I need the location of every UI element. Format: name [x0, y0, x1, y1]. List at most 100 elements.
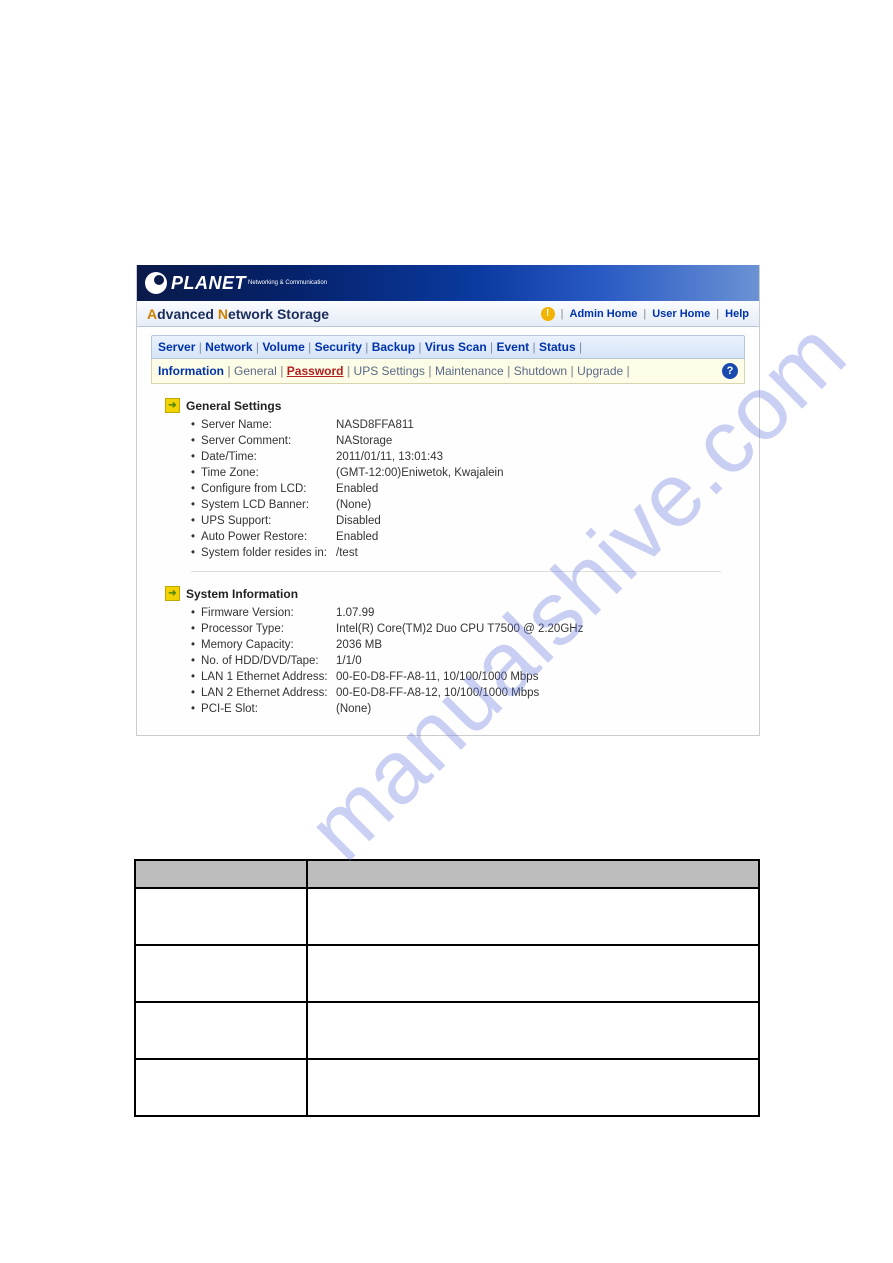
empty-data-table	[134, 859, 760, 1117]
label: No. of HDD/DVD/Tape:	[201, 655, 336, 667]
tab-server[interactable]: Server	[158, 340, 195, 354]
divider	[191, 571, 721, 572]
list-item: LAN 1 Ethernet Address:00-E0-D8-FF-A8-11…	[191, 671, 745, 683]
label: Memory Capacity:	[201, 639, 336, 651]
section-title: General Settings	[186, 399, 281, 413]
table-row	[135, 945, 759, 1002]
tab-virus-scan[interactable]: Virus Scan	[425, 340, 487, 354]
expand-arrow-icon: ➜	[165, 398, 180, 413]
table-row	[135, 888, 759, 945]
list-item: System folder resides in:/test	[191, 547, 745, 559]
list-item: Server Name:NASD8FFA811	[191, 419, 745, 431]
value: 1/1/0	[336, 655, 745, 667]
list-item: PCI-E Slot:(None)	[191, 703, 745, 715]
tab-status[interactable]: Status	[539, 340, 576, 354]
label: Time Zone:	[201, 467, 336, 479]
table-header-row	[135, 860, 759, 888]
subtab-general[interactable]: General	[234, 364, 277, 378]
label: UPS Support:	[201, 515, 336, 527]
label: Firmware Version:	[201, 607, 336, 619]
tab-backup[interactable]: Backup	[372, 340, 415, 354]
table-row	[135, 1059, 759, 1116]
tab-network[interactable]: Network	[205, 340, 252, 354]
value: Enabled	[336, 531, 745, 543]
warning-icon[interactable]: !	[541, 307, 555, 321]
title-part2: etwork Storage	[228, 306, 329, 322]
expand-arrow-icon: ➜	[165, 586, 180, 601]
separator: |	[716, 308, 719, 320]
value: 00-E0-D8-FF-A8-12, 10/100/1000 Mbps	[336, 687, 745, 699]
tab-security[interactable]: Security	[315, 340, 362, 354]
value: 00-E0-D8-FF-A8-11, 10/100/1000 Mbps	[336, 671, 745, 683]
label: System LCD Banner:	[201, 499, 336, 511]
list-item: Date/Time:2011/01/11, 13:01:43	[191, 451, 745, 463]
general-settings-list: Server Name:NASD8FFA811 Server Comment:N…	[191, 419, 745, 559]
value: NAStorage	[336, 435, 745, 447]
value: (GMT-12:00)Eniwetok, Kwajalein	[336, 467, 745, 479]
brand-header: PLANET Networking & Communication	[137, 265, 759, 301]
header-links: ! | Admin Home | User Home | Help	[541, 307, 749, 321]
list-item: Time Zone:(GMT-12:00)Eniwetok, Kwajalein	[191, 467, 745, 479]
label: LAN 2 Ethernet Address:	[201, 687, 336, 699]
subtab-row: Information | General | Password | UPS S…	[158, 364, 630, 378]
separator: |	[643, 308, 646, 320]
section-header: ➜ System Information	[165, 586, 745, 601]
system-info-list: Firmware Version:1.07.99 Processor Type:…	[191, 607, 745, 715]
list-item: Processor Type:Intel(R) Core(TM)2 Duo CP…	[191, 623, 745, 635]
title-bar: Advanced Network Storage ! | Admin Home …	[137, 301, 759, 327]
help-icon[interactable]: ?	[722, 363, 738, 379]
value: /test	[336, 547, 745, 559]
label: Processor Type:	[201, 623, 336, 635]
list-item: LAN 2 Ethernet Address:00-E0-D8-FF-A8-12…	[191, 687, 745, 699]
section-general-settings: ➜ General Settings Server Name:NASD8FFA8…	[165, 398, 745, 572]
value: Disabled	[336, 515, 745, 527]
title-accent-n: N	[218, 306, 228, 322]
subtab-upgrade[interactable]: Upgrade	[577, 364, 623, 378]
subtab-information[interactable]: Information	[158, 364, 224, 378]
list-item: Server Comment:NAStorage	[191, 435, 745, 447]
subtab-maintenance[interactable]: Maintenance	[435, 364, 504, 378]
table-row	[135, 1002, 759, 1059]
admin-panel: PLANET Networking & Communication Advanc…	[136, 265, 760, 736]
sub-tabs: Information | General | Password | UPS S…	[151, 359, 745, 384]
title-accent-a: A	[147, 306, 157, 322]
list-item: System LCD Banner:(None)	[191, 499, 745, 511]
tab-volume[interactable]: Volume	[262, 340, 304, 354]
planet-logo-icon	[145, 272, 167, 294]
value: Enabled	[336, 483, 745, 495]
label: Configure from LCD:	[201, 483, 336, 495]
label: PCI-E Slot:	[201, 703, 336, 715]
label: LAN 1 Ethernet Address:	[201, 671, 336, 683]
title-part1: dvanced	[157, 306, 218, 322]
section-header: ➜ General Settings	[165, 398, 745, 413]
label: Server Comment:	[201, 435, 336, 447]
content-area: Server | Network | Volume | Security | B…	[137, 327, 759, 735]
label: System folder resides in:	[201, 547, 336, 559]
value: Intel(R) Core(TM)2 Duo CPU T7500 @ 2.20G…	[336, 623, 745, 635]
list-item: Configure from LCD:Enabled	[191, 483, 745, 495]
logo-text: PLANET	[171, 273, 246, 294]
list-item: UPS Support:Disabled	[191, 515, 745, 527]
subtab-ups-settings[interactable]: UPS Settings	[354, 364, 425, 378]
logo-subtitle: Networking & Communication	[248, 280, 327, 286]
tab-event[interactable]: Event	[496, 340, 529, 354]
help-link[interactable]: Help	[725, 308, 749, 320]
page-title: Advanced Network Storage	[147, 306, 329, 322]
value: 2036 MB	[336, 639, 745, 651]
subtab-shutdown[interactable]: Shutdown	[514, 364, 567, 378]
value: (None)	[336, 703, 745, 715]
section-system-information: ➜ System Information Firmware Version:1.…	[165, 586, 745, 715]
table-header-cell	[307, 860, 759, 888]
subtab-password[interactable]: Password	[287, 364, 344, 378]
table-header-cell	[135, 860, 307, 888]
label: Auto Power Restore:	[201, 531, 336, 543]
value: 1.07.99	[336, 607, 745, 619]
value: 2011/01/11, 13:01:43	[336, 451, 745, 463]
value: (None)	[336, 499, 745, 511]
user-home-link[interactable]: User Home	[652, 308, 710, 320]
list-item: No. of HDD/DVD/Tape:1/1/0	[191, 655, 745, 667]
admin-home-link[interactable]: Admin Home	[570, 308, 638, 320]
list-item: Firmware Version:1.07.99	[191, 607, 745, 619]
label: Server Name:	[201, 419, 336, 431]
list-item: Auto Power Restore:Enabled	[191, 531, 745, 543]
